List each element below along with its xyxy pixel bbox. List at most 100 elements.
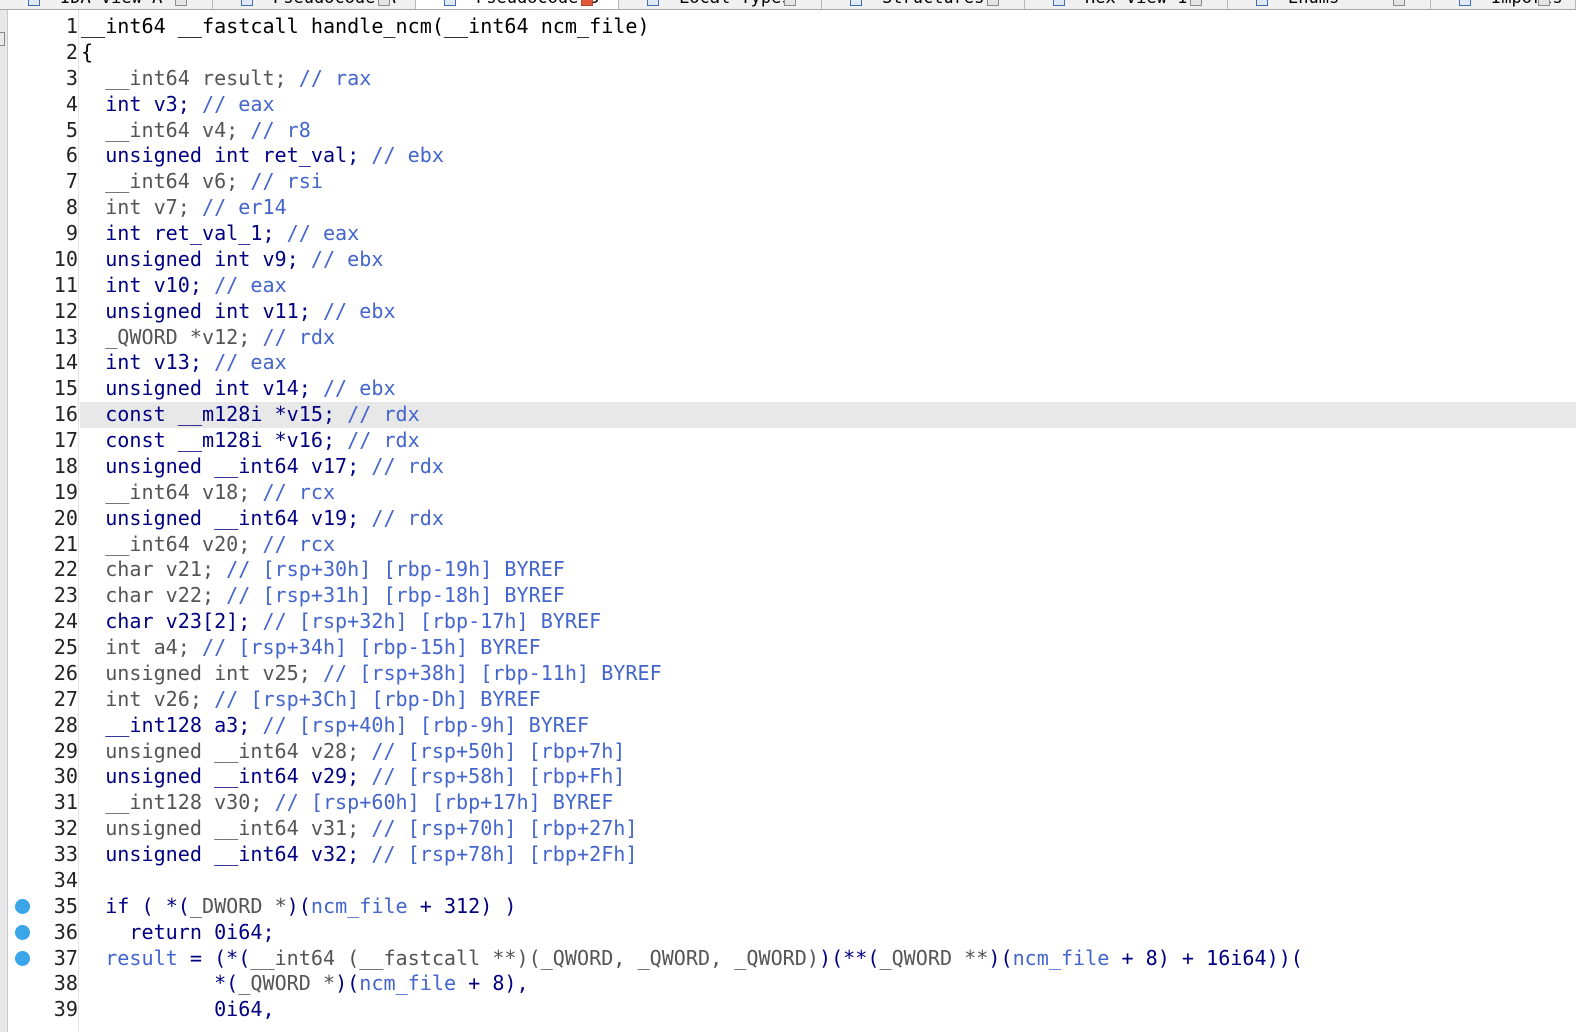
code-line[interactable]: 13 _QWORD *v12; // rdx <box>8 325 1576 351</box>
code-line[interactable]: 29 unsigned __int64 v28; // [rsp+50h] [r… <box>8 739 1576 765</box>
code-line[interactable]: 31 __int128 v30; // [rsp+60h] [rbp+17h] … <box>8 790 1576 816</box>
code-line[interactable]: 26 unsigned int v25; // [rsp+38h] [rbp-1… <box>8 661 1576 687</box>
tab-close-icon[interactable] <box>175 0 187 6</box>
code-comment: // ebx <box>371 143 444 168</box>
code-line[interactable]: 39 0i64, <box>8 997 1576 1023</box>
tab-close-icon[interactable] <box>784 0 796 6</box>
line-number: 26 <box>53 660 78 685</box>
code-text: unsigned __int64 v17; // rdx <box>81 454 444 480</box>
line-number: 22 <box>53 557 78 582</box>
code-line[interactable]: 5 __int64 v4; // r8 <box>8 118 1576 144</box>
code-line[interactable]: 10 unsigned int v9; // ebx <box>8 247 1576 273</box>
code-line[interactable]: 6 unsigned int ret_val; // ebx <box>8 143 1576 169</box>
code-token: unsigned int v14; <box>81 376 323 401</box>
code-line[interactable]: 2{ <box>8 40 1576 66</box>
code-line[interactable]: 22 char v21; // [rsp+30h] [rbp-19h] BYRE… <box>8 557 1576 583</box>
line-number: 5 <box>65 117 78 142</box>
code-token: unsigned int ret_val; <box>81 143 372 168</box>
code-line[interactable]: 15 unsigned int v14; // ebx <box>8 376 1576 402</box>
code-comment: // er14 <box>201 195 287 220</box>
code-line[interactable]: 32 unsigned __int64 v31; // [rsp+70h] [r… <box>8 816 1576 842</box>
code-line[interactable]: 11 int v10; // eax <box>8 273 1576 299</box>
code-line[interactable]: 8 int v7; // er14 <box>8 195 1576 221</box>
code-line[interactable]: 24 char v23[2]; // [rsp+32h] [rbp-17h] B… <box>8 609 1576 635</box>
code-text: _QWORD *v12; // rdx <box>81 325 335 351</box>
code-token: )( <box>286 893 311 918</box>
tab-structures[interactable]: Structures <box>822 0 1025 9</box>
tab-imports[interactable]: Imports <box>1431 0 1576 9</box>
code-token: )( <box>988 945 1013 970</box>
code-line[interactable]: 20 unsigned __int64 v19; // rdx <box>8 506 1576 532</box>
code-line[interactable]: 38 *(_QWORD *)(ncm_file + 8), <box>8 971 1576 997</box>
code-line[interactable]: 7 __int64 v6; // rsi <box>8 169 1576 195</box>
code-line[interactable]: 14 int v13; // eax <box>8 350 1576 376</box>
code-line[interactable]: 35 if ( *(_DWORD *)(ncm_file + 312) ) <box>8 894 1576 920</box>
code-comment: // eax <box>286 221 360 245</box>
tab-close-icon[interactable] <box>1393 0 1405 6</box>
code-line[interactable]: 33 unsigned __int64 v32; // [rsp+78h] [r… <box>8 842 1576 868</box>
code-line[interactable]: 4 int v3; // eax <box>8 92 1576 118</box>
tab-close-icon[interactable] <box>987 0 999 6</box>
tab-close-icon[interactable] <box>1190 0 1202 6</box>
pseudocode-view[interactable]: 1 __int64 __fastcall handle_ncm(__int64 n… <box>8 14 1576 1023</box>
line-number: 39 <box>53 997 78 1022</box>
code-token: )(**( <box>818 945 880 970</box>
code-line[interactable]: 3 __int64 result; // rax <box>8 66 1576 92</box>
line-number: 3 <box>65 65 78 90</box>
tab-view-icon <box>241 0 253 6</box>
code-line[interactable]: 36 return 0i64; <box>8 920 1576 946</box>
code-line[interactable]: 12 unsigned int v11; // ebx <box>8 299 1576 325</box>
code-line[interactable]: 25 int a4; // [rsp+34h] [rbp-15h] BYREF <box>8 635 1576 661</box>
code-line[interactable]: 9 int ret_val_1; // eax <box>8 221 1576 247</box>
line-number: 14 <box>53 350 78 375</box>
code-line[interactable]: 16 const __m128i *v15; // rdx <box>8 402 1576 428</box>
code-token: const __m128i *v16; <box>81 428 348 452</box>
code-text: unsigned int v25; // [rsp+38h] [rbp-11h]… <box>81 661 662 687</box>
code-comment: // rdx <box>262 324 336 349</box>
code-text: int v7; // er14 <box>81 195 287 221</box>
code-token: { <box>81 39 94 64</box>
code-line[interactable]: 21 __int64 v20; // rcx <box>8 532 1576 558</box>
tab-close-icon[interactable] <box>378 0 390 6</box>
code-comment: // [rsp+34h] [rbp-15h] BYREF <box>201 635 541 659</box>
code-line[interactable]: 27 int v26; // [rsp+3Ch] [rbp-Dh] BYREF <box>8 687 1576 713</box>
line-number: 38 <box>53 971 78 996</box>
collapse-marker-icon[interactable] <box>0 32 5 46</box>
code-comment: // [rsp+58h] [rbp+Fh] <box>371 764 626 789</box>
tab-view-icon <box>444 0 456 6</box>
code-line[interactable]: 30 unsigned __int64 v29; // [rsp+58h] [r… <box>8 764 1576 790</box>
code-token: char v21; <box>81 557 227 582</box>
code-token: *( <box>165 893 190 918</box>
code-line[interactable]: 28 __int128 a3; // [rsp+40h] [rbp-9h] BY… <box>8 713 1576 739</box>
tab-hex-view-1[interactable]: Hex View-1 <box>1025 0 1228 9</box>
code-comment: // [rsp+70h] [rbp+27h] <box>371 816 638 841</box>
tab-local-types[interactable]: Local Types <box>619 0 822 9</box>
tab-enums[interactable]: Enums <box>1228 0 1431 9</box>
code-line[interactable]: 18 unsigned __int64 v17; // rdx <box>8 454 1576 480</box>
code-line[interactable]: 1 __int64 __fastcall handle_ncm(__int64 n… <box>8 14 1576 40</box>
code-text: int v3; // eax <box>81 91 274 118</box>
code-text: 0i64, <box>81 997 275 1023</box>
tab-pseudocode-a[interactable]: Pseudocode-A <box>213 0 416 9</box>
code-token: int v13; <box>81 350 215 375</box>
code-token: int v3; <box>81 91 202 116</box>
line-number: 24 <box>53 609 78 634</box>
code-line[interactable]: 17 const __m128i *v16; // rdx <box>8 428 1576 454</box>
code-line[interactable]: 37 result = (*(__int64 (__fastcall **)(_… <box>8 946 1576 972</box>
code-text: char v21; // [rsp+30h] [rbp-19h] BYREF <box>81 557 565 583</box>
code-line[interactable]: 19 __int64 v18; // rcx <box>8 480 1576 506</box>
code-comment: ncm_file <box>1012 945 1110 970</box>
code-token: unsigned __int64 v17; <box>81 453 372 478</box>
line-number: 20 <box>53 505 78 530</box>
code-line[interactable]: 34 <box>8 868 1576 894</box>
tab-pseudocode-b[interactable]: Pseudocode-B <box>416 0 619 9</box>
tab-close-icon[interactable] <box>581 0 593 6</box>
tab-label: IDA View-A <box>60 0 162 8</box>
tab-label: Imports <box>1491 0 1563 8</box>
code-line[interactable]: 23 char v22; // [rsp+31h] [rbp-18h] BYRE… <box>8 583 1576 609</box>
tab-ida-view-a[interactable]: IDA View-A <box>0 0 213 9</box>
code-comment: // ebx <box>322 376 396 401</box>
code-text: unsigned __int64 v32; // [rsp+78h] [rbp+… <box>81 842 637 868</box>
tab-label: Structures <box>882 0 984 8</box>
tab-close-icon[interactable] <box>1538 0 1550 6</box>
